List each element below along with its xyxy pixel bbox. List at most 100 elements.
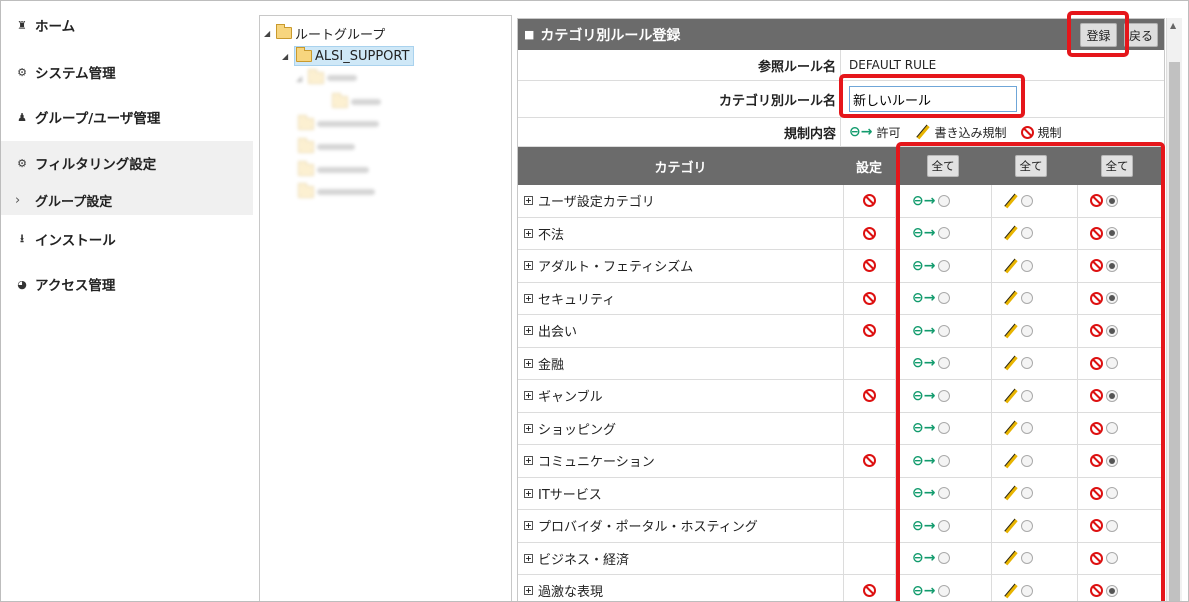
category-label: ギャンブル bbox=[538, 390, 603, 406]
permit-radio[interactable] bbox=[938, 259, 951, 272]
app-frame: ♜ ホーム ⚙ システム管理 ♟ グループ/ユーザ管理 ⚙ フィルタリング設定 … bbox=[0, 0, 1189, 602]
permit-radio[interactable] bbox=[938, 227, 951, 240]
expand-plus-icon[interactable]: + bbox=[524, 358, 533, 368]
sidebar-subitem-group-settings[interactable]: › グループ設定 bbox=[1, 185, 253, 215]
register-button[interactable]: 登録 bbox=[1080, 23, 1117, 47]
category-cell[interactable]: + 出会い bbox=[518, 315, 844, 347]
tree-node-blurred[interactable] bbox=[298, 182, 375, 202]
write-radio[interactable] bbox=[1021, 454, 1033, 467]
col-setting-header: 設定 bbox=[855, 160, 882, 176]
sidebar-item-system[interactable]: ⚙ システム管理 bbox=[1, 50, 253, 94]
permit-radio[interactable] bbox=[938, 194, 951, 207]
back-button[interactable]: 戻る bbox=[1124, 23, 1158, 47]
expand-triangle-icon[interactable]: ◢ bbox=[282, 52, 294, 61]
permit-radio[interactable] bbox=[938, 519, 951, 532]
block-radio[interactable] bbox=[1106, 584, 1118, 597]
write-radio[interactable] bbox=[1021, 357, 1033, 370]
block-radio[interactable] bbox=[1106, 422, 1118, 435]
sidebar-item-install[interactable]: ⭳ インストール bbox=[1, 217, 253, 261]
expand-triangle-icon[interactable]: ◢ bbox=[264, 29, 276, 38]
write-radio[interactable] bbox=[1021, 324, 1033, 337]
block-radio[interactable] bbox=[1106, 519, 1118, 532]
category-cell[interactable]: + ユーザ設定カテゴリ bbox=[518, 185, 844, 217]
block-radio[interactable] bbox=[1106, 389, 1118, 402]
expand-plus-icon[interactable]: + bbox=[524, 456, 533, 466]
tree-node-blurred[interactable] bbox=[298, 160, 369, 180]
category-cell[interactable]: + ショッピング bbox=[518, 412, 844, 444]
block-radio[interactable] bbox=[1106, 259, 1118, 272]
block-radio[interactable] bbox=[1106, 357, 1118, 370]
category-cell[interactable]: + 不法 bbox=[518, 217, 844, 249]
prohibit-icon bbox=[863, 584, 876, 598]
write-radio[interactable] bbox=[1021, 389, 1033, 402]
table-row: + ユーザ設定カテゴリ ⊖→ bbox=[518, 185, 1164, 218]
permit-radio[interactable] bbox=[938, 454, 951, 467]
expand-plus-icon[interactable]: + bbox=[524, 586, 533, 596]
block-radio[interactable] bbox=[1106, 194, 1118, 207]
category-cell[interactable]: + ITサービス bbox=[518, 477, 844, 509]
category-cell[interactable]: + アダルト・フェティシズム bbox=[518, 250, 844, 282]
expand-plus-icon[interactable]: + bbox=[524, 391, 533, 401]
expand-plus-icon[interactable]: + bbox=[524, 228, 533, 238]
write-radio[interactable] bbox=[1021, 259, 1033, 272]
redacted-text bbox=[351, 99, 381, 105]
block-radio[interactable] bbox=[1106, 292, 1118, 305]
block-radio[interactable] bbox=[1106, 552, 1118, 565]
block-radio[interactable] bbox=[1106, 324, 1118, 337]
permit-radio[interactable] bbox=[938, 552, 951, 565]
expand-plus-icon[interactable]: + bbox=[524, 326, 533, 336]
table-row: + コミュニケーション ⊖→ bbox=[518, 445, 1164, 478]
write-radio[interactable] bbox=[1021, 519, 1033, 532]
permit-option-cell: ⊖→ bbox=[896, 412, 992, 444]
permit-radio[interactable] bbox=[938, 422, 951, 435]
select-all-permit-button[interactable]: 全て bbox=[927, 155, 959, 177]
expand-plus-icon[interactable]: + bbox=[524, 196, 533, 206]
scroll-thumb[interactable] bbox=[1169, 62, 1180, 601]
category-cell[interactable]: + セキュリティ bbox=[518, 282, 844, 314]
write-radio[interactable] bbox=[1021, 422, 1033, 435]
write-radio[interactable] bbox=[1021, 292, 1033, 305]
sidebar-item-filtering[interactable]: ⚙ フィルタリング設定 bbox=[1, 141, 253, 185]
select-all-block-button[interactable]: 全て bbox=[1101, 155, 1133, 177]
category-cell[interactable]: + ギャンブル bbox=[518, 380, 844, 412]
write-radio[interactable] bbox=[1021, 552, 1033, 565]
tree-node-blurred[interactable] bbox=[332, 92, 381, 112]
tree-node-blurred[interactable] bbox=[298, 114, 379, 134]
tree-node-selected[interactable]: ◢ ALSI_SUPPORT bbox=[282, 46, 415, 66]
write-radio[interactable] bbox=[1021, 584, 1033, 597]
tree-node-blurred[interactable] bbox=[298, 137, 355, 157]
write-radio[interactable] bbox=[1021, 194, 1033, 207]
block-radio[interactable] bbox=[1106, 454, 1118, 467]
expand-plus-icon[interactable]: + bbox=[524, 521, 533, 531]
vertical-scrollbar[interactable]: ▲ bbox=[1166, 18, 1182, 601]
expand-plus-icon[interactable]: + bbox=[524, 293, 533, 303]
sidebar-item-home[interactable]: ♜ ホーム bbox=[1, 3, 253, 47]
write-radio[interactable] bbox=[1021, 227, 1033, 240]
folder-icon bbox=[308, 69, 324, 84]
expand-plus-icon[interactable]: + bbox=[524, 261, 533, 271]
category-cell[interactable]: + 金融 bbox=[518, 347, 844, 379]
permit-radio[interactable] bbox=[938, 487, 951, 500]
permit-radio[interactable] bbox=[938, 357, 951, 370]
category-cell[interactable]: + 過激な表現 bbox=[518, 575, 844, 601]
permit-radio[interactable] bbox=[938, 292, 951, 305]
block-radio[interactable] bbox=[1106, 487, 1118, 500]
scroll-up-icon[interactable]: ▲ bbox=[1170, 21, 1176, 30]
category-cell[interactable]: + プロバイダ・ポータル・ホスティング bbox=[518, 510, 844, 542]
expand-plus-icon[interactable]: + bbox=[524, 423, 533, 433]
expand-plus-icon[interactable]: + bbox=[524, 553, 533, 563]
tree-node-root[interactable]: ◢ ルートグループ bbox=[264, 23, 385, 43]
category-cell[interactable]: + コミュニケーション bbox=[518, 445, 844, 477]
permit-radio[interactable] bbox=[938, 584, 951, 597]
select-all-write-button[interactable]: 全て bbox=[1015, 155, 1047, 177]
permit-radio[interactable] bbox=[938, 389, 951, 402]
permit-radio[interactable] bbox=[938, 324, 951, 337]
sidebar-item-users[interactable]: ♟ グループ/ユーザ管理 bbox=[1, 95, 253, 139]
sidebar-item-access[interactable]: ◕ アクセス管理 bbox=[1, 262, 253, 306]
block-radio[interactable] bbox=[1106, 227, 1118, 240]
category-cell[interactable]: + ビジネス・経済 bbox=[518, 542, 844, 574]
write-radio[interactable] bbox=[1021, 487, 1033, 500]
expand-plus-icon[interactable]: + bbox=[524, 488, 533, 498]
rule-name-input[interactable] bbox=[849, 86, 1017, 112]
tree-node-blurred[interactable]: ◢ bbox=[296, 68, 357, 88]
